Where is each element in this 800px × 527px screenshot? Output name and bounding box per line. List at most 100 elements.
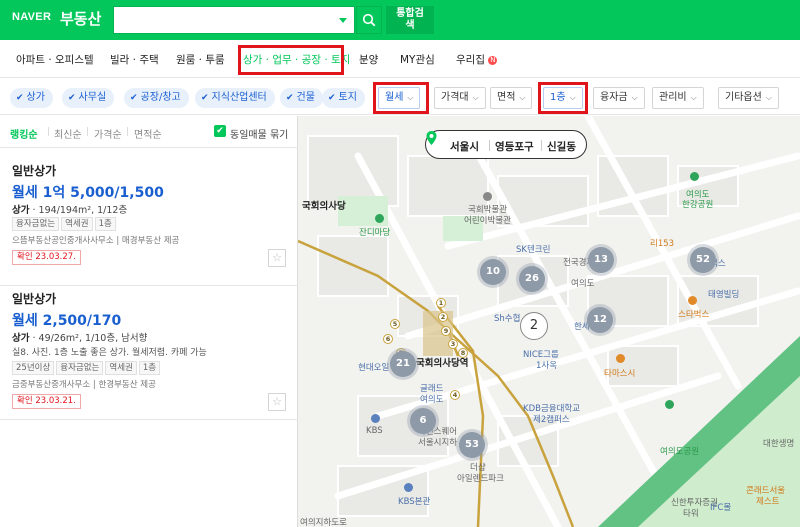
station-number: 2 (438, 312, 448, 322)
same-listing-checkbox[interactable]: ✔ (214, 125, 226, 137)
listing-spec-detail: · 194/194m², 1/12층 (29, 205, 128, 216)
combined-search-button[interactable]: 통합검 색 (386, 6, 434, 34)
dropdown-area[interactable]: 면적 ⌵ (490, 87, 533, 109)
map-label-kids-museum: 어린이박물관 (464, 216, 511, 226)
listing-item[interactable]: 일반상가 월세 2,500/170 상가 · 49/26m², 1/10층, 남… (0, 290, 298, 420)
filter-pill-building[interactable]: ✔ 건물 (280, 88, 323, 108)
station-number: 6 (383, 334, 393, 344)
map-label-starbucks: 스타벅스 (678, 310, 710, 320)
favorite-star-icon[interactable]: ☆ (268, 393, 286, 411)
tab-apartment[interactable]: 아파트 · 오피스텔 (16, 52, 94, 67)
chevron-down-icon[interactable] (339, 18, 347, 23)
sort-latest[interactable]: 최신순 (54, 126, 82, 141)
favorite-star-icon[interactable]: ☆ (268, 249, 286, 267)
filter-pill-office[interactable]: ✔ 사무실 (62, 88, 115, 108)
confirm-badge: 확인 23.03.21. (12, 394, 81, 409)
dropdown-label: 관리비 (659, 92, 687, 103)
divider (541, 140, 542, 151)
new-badge: N (488, 56, 498, 65)
check-icon: ✔ (68, 93, 76, 103)
pill-label: 지식산업센터 (211, 92, 267, 103)
dropdown-etc-options[interactable]: 기타옵션 ⌵ (718, 87, 779, 109)
dropdown-label: 기타옵션 (725, 92, 762, 103)
tab-oneroom[interactable]: 원룸 · 투룸 (176, 52, 225, 67)
tab-villa[interactable]: 빌라 · 주택 (110, 52, 159, 67)
station-number: 8 (458, 348, 468, 358)
map-label-ri153: 리153 (650, 239, 675, 249)
map-label-nice-sub: 1사옥 (536, 361, 558, 371)
pill-label: 건물 (296, 92, 315, 103)
building-icon (371, 414, 380, 423)
sort-area[interactable]: 면적순 (134, 126, 162, 141)
location-city[interactable]: 서울시 (450, 139, 479, 154)
chevron-down-icon: ⌵ (472, 93, 479, 102)
search-input[interactable] (113, 6, 355, 34)
sort-bar: 랭킹순 최신순 가격순 면적순 ✔ 동일매물 묶기 (0, 116, 298, 148)
listing-cluster[interactable]: 13 (588, 247, 614, 273)
cafe-icon (688, 296, 697, 305)
listing-cluster[interactable]: 52 (690, 247, 716, 273)
dropdown-loan[interactable]: 융자금 ⌵ (593, 87, 645, 109)
listing-cluster[interactable]: 10 (480, 259, 506, 285)
location-gu[interactable]: 영등포구 (495, 139, 534, 154)
map-label-ifc: IFC몰 (710, 503, 732, 513)
dropdown-maintenance[interactable]: 관리비 ⌵ (652, 87, 704, 109)
tag: 역세권 (105, 361, 137, 375)
service-logo[interactable]: 부동산 (60, 8, 101, 29)
listing-cluster[interactable]: 6 (410, 408, 436, 434)
confirm-badge: 확인 23.03.27. (12, 250, 81, 265)
filter-pill-land[interactable]: ✔ 토지 (322, 88, 365, 108)
filter-pill-factory[interactable]: ✔ 공장/창고 (124, 88, 189, 108)
museum-icon (483, 192, 492, 201)
pill-label: 상가 (26, 92, 45, 103)
tab-my-home[interactable]: 우리집 N (456, 52, 498, 67)
listing-item[interactable]: 일반상가 월세 1억 5,000/1,500 상가 · 194/194m², 1… (0, 162, 298, 286)
filter-pill-store[interactable]: ✔ 상가 (10, 88, 53, 108)
tab-my-interest[interactable]: MY관심 (400, 52, 435, 67)
chevron-down-icon: ⌵ (519, 93, 526, 102)
map-label-national-assembly: 국회의사당 (302, 201, 346, 212)
highlight-box (538, 82, 588, 114)
tab-presale[interactable]: 분양 (359, 52, 378, 67)
highlight-box (373, 82, 429, 114)
listing-cluster[interactable]: 53 (459, 432, 485, 458)
dropdown-label: 면적 (497, 92, 516, 103)
station-number: 5 (390, 319, 400, 329)
map-label-jandi: 잔디마당 (359, 228, 391, 238)
listing-spec: 상가 · 49/26m², 1/10층, 남서향 (12, 330, 147, 344)
map-label-thesang-sub: 아일렌드파크 (457, 474, 504, 484)
pill-label: 공장/창고 (140, 92, 181, 103)
sort-ranking[interactable]: 랭킹순 (10, 126, 38, 141)
map-label-glad-yeouido: 여의도 (420, 395, 444, 405)
listing-cluster[interactable]: 26 (519, 266, 545, 292)
listing-spec-type: 상가 (12, 333, 30, 344)
same-listing-label: 동일매물 묶기 (230, 130, 289, 141)
listing-cluster-selected[interactable]: 2 (520, 312, 548, 340)
map-label-shinhan-tower: 타워 (683, 509, 699, 519)
naver-logo[interactable]: NAVER (12, 11, 51, 23)
chevron-down-icon: ⌵ (765, 93, 772, 102)
map-label-dehan: 대한생명 (763, 439, 795, 449)
search-button[interactable] (356, 6, 382, 34)
listing-agency: 으뜸부동산공인중개사사무소 | 매경부동산 제공 (12, 236, 180, 246)
restaurant-icon (616, 354, 625, 363)
location-dong[interactable]: 신길동 (547, 139, 576, 154)
tag: 1층 (94, 217, 116, 231)
tag: 역세권 (61, 217, 93, 231)
filter-pill-knowledge-center[interactable]: ✔ 지식산업센터 (195, 88, 275, 108)
sort-price[interactable]: 가격순 (94, 126, 122, 141)
listing-tags: 25년이상 융자금없는 역세권 1층 (12, 360, 162, 375)
category-tabs: 아파트 · 오피스텔 빌라 · 주택 원룸 · 투룸 상가 · 업무 · 공장 … (0, 40, 800, 78)
map-view[interactable]: 서울시 영등포구 신길동 국회의사당 잔디마당 국회박물관 어린이박물관 SK텐… (298, 116, 800, 527)
top-bar: NAVER 부동산 통합검 색 (0, 0, 800, 40)
listing-cluster[interactable]: 21 (390, 351, 416, 377)
dropdown-label: 융자금 (600, 92, 628, 103)
map-label-underground: 여의지하도로 (300, 518, 347, 527)
tag: 25년이상 (12, 361, 55, 375)
dropdown-price[interactable]: 가격대 ⌵ (434, 87, 486, 109)
listing-kind: 일반상가 (12, 164, 57, 178)
listing-cluster[interactable]: 12 (587, 307, 613, 333)
listing-spec: 상가 · 194/194m², 1/12층 (12, 202, 127, 216)
map-label-yeouido-park: 여의도공원 (660, 447, 700, 457)
station-number: 3 (448, 339, 458, 349)
